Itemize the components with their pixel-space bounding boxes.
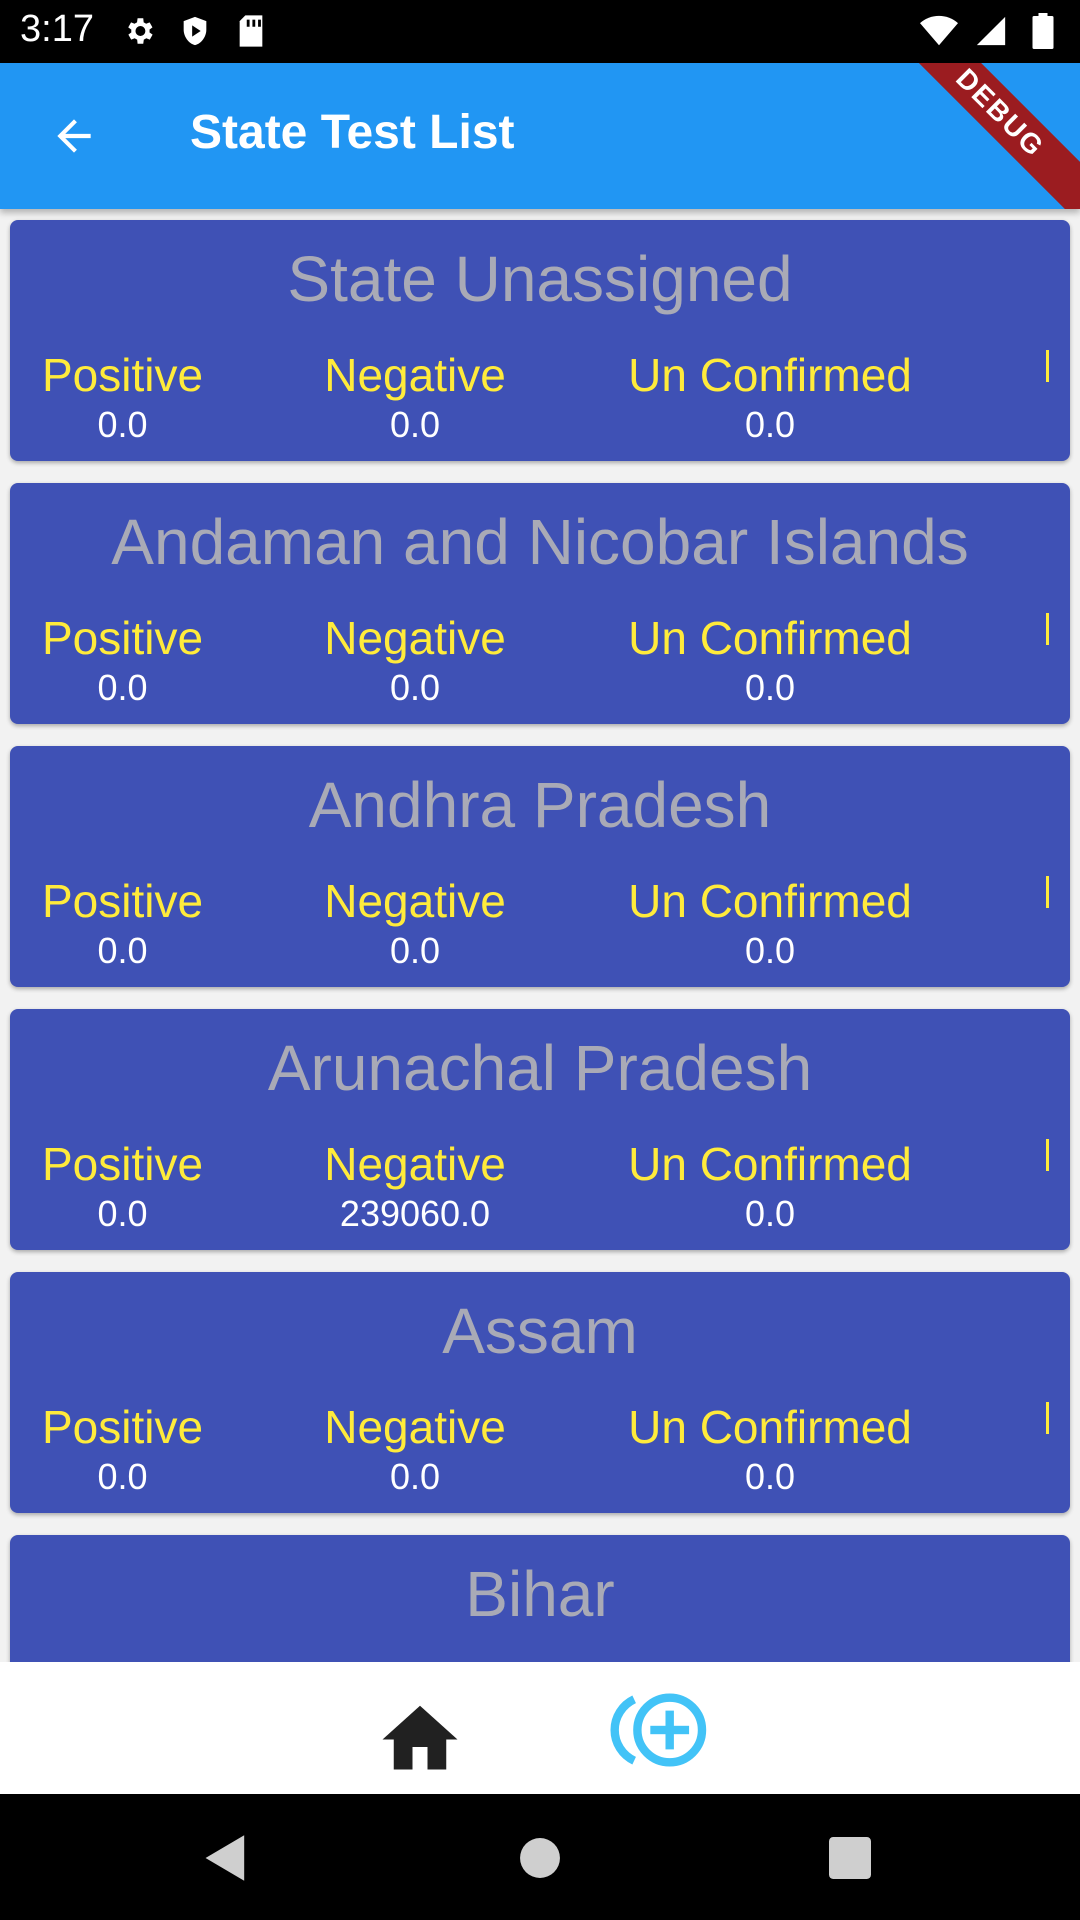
negative-label: Negative (324, 875, 506, 927)
positive-stat: Positive 0.0 (20, 874, 225, 972)
system-back-button[interactable] (196, 1828, 256, 1888)
page-title: State Test List (190, 106, 515, 159)
positive-stat: Positive 0.0 (20, 348, 225, 446)
state-card[interactable]: Andhra Pradesh Positive 0.0 Negative 0.0… (10, 746, 1070, 987)
sd-card-icon (232, 12, 270, 50)
status-time: 3:17 (20, 8, 94, 50)
square-recents-icon (829, 1837, 871, 1879)
state-name: Andaman and Nicobar Islands (111, 506, 969, 578)
positive-value: 0.0 (97, 1193, 148, 1234)
negative-value: 0.0 (389, 930, 441, 971)
positive-label: Positive (41, 1138, 204, 1190)
wifi-icon (920, 12, 958, 50)
state-name: Andhra Pradesh (308, 769, 772, 841)
negative-value: 239060.0 (339, 1193, 491, 1234)
unconfirmed-label: Un Confirmed (628, 875, 912, 927)
triangle-back-icon (205, 1835, 245, 1881)
state-name: State Unassigned (287, 243, 793, 315)
bottom-navigation (0, 1662, 1080, 1794)
home-button[interactable] (375, 1692, 465, 1772)
negative-stat: Negative 0.0 (310, 874, 520, 972)
state-name: Assam (442, 1295, 638, 1367)
state-name: Arunachal Pradesh (267, 1032, 813, 1104)
back-button[interactable] (44, 108, 104, 164)
positive-label: Positive (41, 875, 204, 927)
positive-label: Positive (41, 349, 204, 401)
positive-value: 0.0 (97, 930, 148, 971)
status-icons-left (120, 12, 270, 50)
positive-label: Positive (41, 1401, 204, 1453)
negative-value: 0.0 (389, 1456, 441, 1497)
unconfirmed-stat: Un Confirmed 0.0 (620, 611, 920, 709)
overflow-mark (1046, 1402, 1049, 1434)
unconfirmed-value: 0.0 (744, 1456, 796, 1497)
positive-stat: Positive 0.0 (20, 1137, 225, 1235)
system-navigation-bar (0, 1794, 1080, 1920)
status-bar: 3:17 (0, 0, 1080, 63)
status-icons-right (920, 12, 1062, 50)
negative-value: 0.0 (389, 404, 441, 445)
negative-stat: Negative 0.0 (310, 348, 520, 446)
unconfirmed-value: 0.0 (744, 667, 796, 708)
home-icon (382, 1705, 458, 1770)
negative-label: Negative (324, 1401, 506, 1453)
arrow-back-icon (57, 119, 91, 153)
signal-icon (972, 12, 1010, 50)
unconfirmed-value: 0.0 (744, 404, 796, 445)
overflow-mark (1046, 876, 1049, 908)
settings-icon (120, 12, 158, 50)
negative-label: Negative (324, 349, 506, 401)
state-card[interactable]: Arunachal Pradesh Positive 0.0 Negative … (10, 1009, 1070, 1250)
negative-stat: Negative 0.0 (310, 1400, 520, 1498)
unconfirmed-label: Un Confirmed (628, 612, 912, 664)
state-card[interactable]: Assam Positive 0.0 Negative 0.0 Un Confi… (10, 1272, 1070, 1513)
state-name: Bihar (465, 1558, 615, 1630)
debug-banner: DEBUG (878, 63, 1080, 209)
negative-label: Negative (324, 612, 506, 664)
positive-value: 0.0 (97, 667, 148, 708)
negative-stat: Negative 0.0 (310, 611, 520, 709)
negative-label: Negative (324, 1138, 506, 1190)
positive-stat: Positive 0.0 (20, 611, 225, 709)
unconfirmed-value: 0.0 (744, 1193, 796, 1234)
overflow-mark (1046, 1139, 1049, 1171)
unconfirmed-label: Un Confirmed (628, 349, 912, 401)
state-card[interactable]: State Unassigned Positive 0.0 Negative 0… (10, 220, 1070, 461)
overflow-mark (1046, 350, 1049, 382)
add-circle-icon (610, 1692, 707, 1767)
positive-value: 0.0 (97, 404, 148, 445)
unconfirmed-value: 0.0 (744, 930, 796, 971)
system-recents-button[interactable] (820, 1828, 880, 1888)
unconfirmed-stat: Un Confirmed 0.0 (620, 1137, 920, 1235)
positive-value: 0.0 (97, 1456, 148, 1497)
circle-home-icon (520, 1838, 560, 1878)
battery-icon (1024, 12, 1062, 50)
add-button[interactable] (605, 1687, 715, 1772)
state-card[interactable]: Andaman and Nicobar Islands Positive 0.0… (10, 483, 1070, 724)
negative-value: 0.0 (389, 667, 441, 708)
play-protect-icon (176, 12, 214, 50)
unconfirmed-stat: Un Confirmed 0.0 (620, 1400, 920, 1498)
state-list[interactable]: State Unassigned Positive 0.0 Negative 0… (0, 209, 1080, 1662)
unconfirmed-stat: Un Confirmed 0.0 (620, 874, 920, 972)
system-home-button[interactable] (510, 1828, 570, 1888)
positive-stat: Positive 0.0 (20, 1400, 225, 1498)
app-bar: State Test List DEBUG (0, 63, 1080, 209)
state-card[interactable]: Bihar (10, 1535, 1070, 1662)
unconfirmed-stat: Un Confirmed 0.0 (620, 348, 920, 446)
negative-stat: Negative 239060.0 (310, 1137, 520, 1235)
unconfirmed-label: Un Confirmed (628, 1401, 912, 1453)
positive-label: Positive (41, 612, 204, 664)
overflow-mark (1046, 613, 1049, 645)
unconfirmed-label: Un Confirmed (628, 1138, 912, 1190)
